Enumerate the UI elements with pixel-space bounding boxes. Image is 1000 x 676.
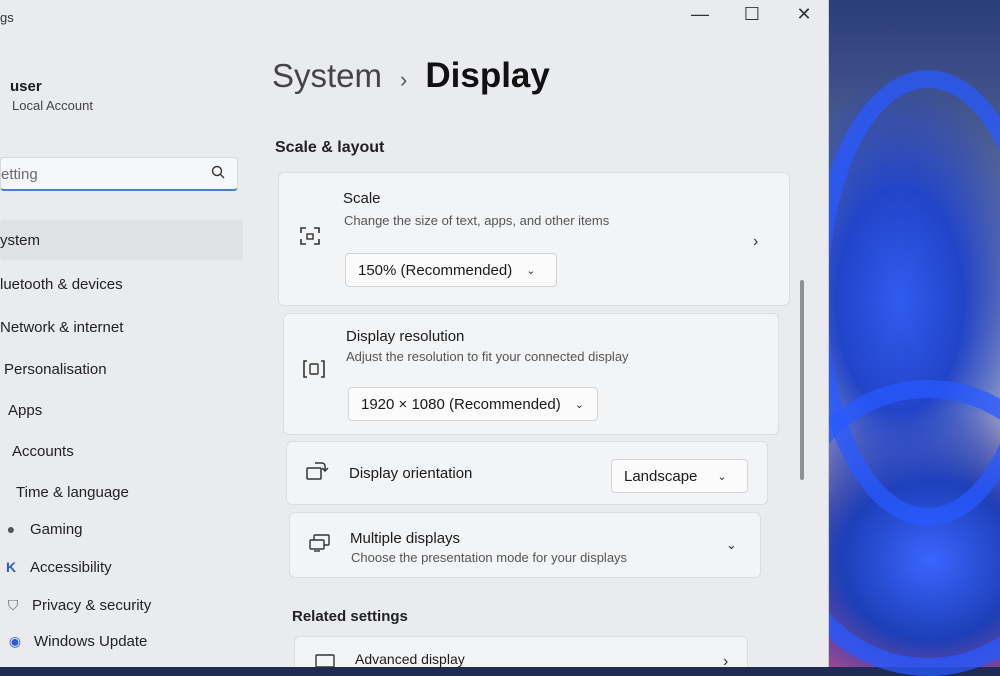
sidebar: user Local Account etting ystem luetooth… [0, 0, 250, 667]
resolution-icon [302, 359, 326, 385]
sidebar-item-label: Accessibility [30, 558, 112, 576]
sidebar-item-accounts[interactable]: Accounts [12, 431, 74, 471]
sidebar-item-windows-update[interactable]: ◉ Windows Update [4, 621, 148, 661]
sidebar-item-gaming[interactable]: ● Accessibility Gaming [0, 509, 83, 549]
shield-icon: ⛉ [7, 596, 19, 613]
section-title-scale-layout: Scale & layout [275, 139, 385, 156]
sidebar-item-label: ystem [0, 231, 41, 249]
windows-update-icon: ◉ [8, 632, 22, 649]
sidebar-item-label: Privacy & security [32, 596, 152, 614]
display-resolution-card: Display resolution Adjust the resolution… [283, 313, 779, 435]
scale-title: Scale [343, 190, 381, 207]
sidebar-item-label: Network & internet [0, 318, 124, 336]
chevron-down-icon[interactable]: ⌄ [726, 537, 737, 553]
sidebar-item-bluetooth[interactable]: luetooth & devices [0, 264, 123, 304]
breadcrumb: System › Display [272, 56, 550, 96]
scale-card[interactable]: Scale Change the size of text, apps, and… [278, 172, 790, 306]
search-input[interactable]: etting [0, 157, 238, 191]
sidebar-item-system[interactable]: ystem [0, 220, 243, 260]
scale-icon [299, 225, 321, 253]
scale-value: 150% (Recommended) [358, 261, 513, 279]
sidebar-item-accessibility[interactable]: K Accessibility [0, 547, 112, 587]
breadcrumb-separator: › [400, 67, 408, 92]
sidebar-item-personalisation[interactable]: Personalisation [4, 349, 107, 389]
advanced-display-title: Advanced display [355, 651, 465, 667]
settings-window: gs — ☐ ✕ user Local Account etting ystem… [0, 0, 829, 667]
chevron-down-icon: ⌄ [574, 398, 584, 411]
sidebar-item-label: Gaming [30, 520, 83, 538]
orientation-dropdown[interactable]: Landscape ⌄ [611, 459, 748, 493]
breadcrumb-parent[interactable]: System [272, 57, 382, 95]
chevron-right-icon[interactable]: › [753, 233, 758, 251]
section-title-related-settings: Related settings [292, 608, 408, 625]
resolution-dropdown[interactable]: 1920 × 1080 (Recommended) ⌄ [348, 387, 598, 421]
sidebar-item-label: Personalisation [4, 360, 107, 378]
multiple-displays-subtitle: Choose the presentation mode for your di… [351, 550, 628, 565]
multiple-displays-title: Multiple displays [350, 530, 461, 547]
multiple-displays-card[interactable]: Multiple displays Choose the presentatio… [289, 512, 761, 578]
display-orientation-card: Display orientation Landscape ⌄ [286, 441, 768, 505]
resolution-subtitle: Adjust the resolution to fit your connec… [346, 349, 629, 364]
chevron-down-icon: ⌄ [526, 264, 536, 277]
orientation-icon [305, 460, 329, 488]
sidebar-item-label: Time & language [16, 483, 129, 501]
sidebar-item-time-language[interactable]: Time & language [16, 472, 129, 512]
scrollbar[interactable] [800, 280, 804, 480]
close-button[interactable]: ✕ [792, 4, 816, 25]
accessibility-icon: K [5, 559, 17, 575]
window-controls: — ☐ ✕ [688, 4, 816, 25]
monitor-icon [315, 653, 335, 667]
chevron-right-icon: › [723, 653, 729, 667]
resolution-title: Display resolution [346, 328, 465, 345]
sidebar-item-label: Windows Update [34, 632, 148, 650]
user-account-type: Local Account [12, 98, 93, 113]
user-name: user [10, 78, 42, 95]
scale-dropdown[interactable]: 150% (Recommended) ⌄ [345, 253, 557, 287]
sidebar-item-label: Apps [8, 401, 43, 419]
sidebar-item-label: Accounts [12, 442, 74, 460]
sidebar-item-label: luetooth & devices [0, 275, 123, 293]
page-title: Display [425, 56, 550, 95]
search-icon [211, 165, 225, 182]
sidebar-item-privacy-security[interactable]: ⛉ Privacy & security [2, 585, 151, 625]
search-placeholder: etting [1, 166, 38, 183]
orientation-value: Landscape [624, 467, 698, 485]
advanced-display-card[interactable]: Advanced display › [294, 636, 748, 667]
scale-subtitle: Change the size of text, apps, and other… [344, 213, 610, 228]
sidebar-item-apps[interactable]: Apps [8, 390, 42, 430]
gaming-icon: ● [6, 521, 16, 537]
sidebar-item-network[interactable]: Network & internet [0, 307, 123, 347]
multiple-displays-icon [308, 533, 332, 559]
minimize-button[interactable]: — [688, 4, 712, 25]
chevron-down-icon: ⌄ [717, 470, 727, 483]
resolution-value: 1920 × 1080 (Recommended) [361, 395, 561, 413]
orientation-title: Display orientation [349, 465, 473, 482]
maximize-button[interactable]: ☐ [740, 4, 764, 25]
